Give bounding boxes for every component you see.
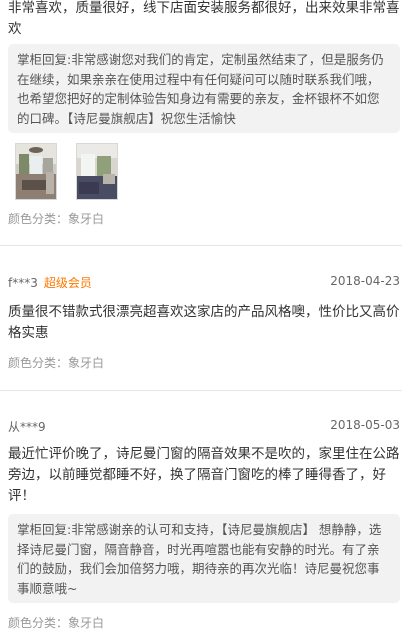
review-text: 质量很不错款式很漂亮超喜欢这家店的产品风格噢，性价比又高价格实惠 bbox=[8, 304, 400, 341]
sku-info: 颜色分类：象牙白 bbox=[8, 616, 105, 630]
divider bbox=[0, 245, 402, 246]
seller-reply: 掌柜回复:非常感谢亲的认可和支持，【诗尼曼旗舰店】 想静静，选择诗尼曼门窗，隔音… bbox=[8, 514, 400, 603]
seller-reply: 掌柜回复:非常感谢您对我们的肯定，定制虽然结束了，但是服务仍在继续，如果亲亲在使… bbox=[8, 44, 400, 133]
sku-info: 颜色分类：象牙白 bbox=[8, 356, 105, 370]
sku-info: 颜色分类：象牙白 bbox=[8, 212, 105, 226]
review-text: 非常喜欢，质量很好，线下店面安装服务都很好，出来效果非常喜欢 bbox=[8, 0, 400, 37]
review-date: 2018-05-03 bbox=[330, 418, 400, 432]
review-photo[interactable] bbox=[15, 143, 57, 200]
super-member-badge: 超级会员 bbox=[43, 276, 92, 290]
reviewer-info: 从***9 bbox=[8, 418, 46, 435]
review-photo-image bbox=[77, 144, 117, 199]
divider bbox=[0, 390, 402, 391]
review-text: 最近忙评价晚了，诗尼曼门窗的隔音效果不是吹的，家里住在公路旁边，以前睡觉都睡不好… bbox=[8, 446, 400, 504]
review-photo-image bbox=[16, 144, 56, 199]
reviewer-name: f***3 bbox=[8, 276, 38, 290]
review-date: 2018-04-23 bbox=[330, 274, 400, 288]
reviewer-info: f***3 超级会员 bbox=[8, 274, 92, 291]
reviewer-name: 从***9 bbox=[8, 420, 46, 434]
review-photo[interactable] bbox=[76, 143, 118, 200]
